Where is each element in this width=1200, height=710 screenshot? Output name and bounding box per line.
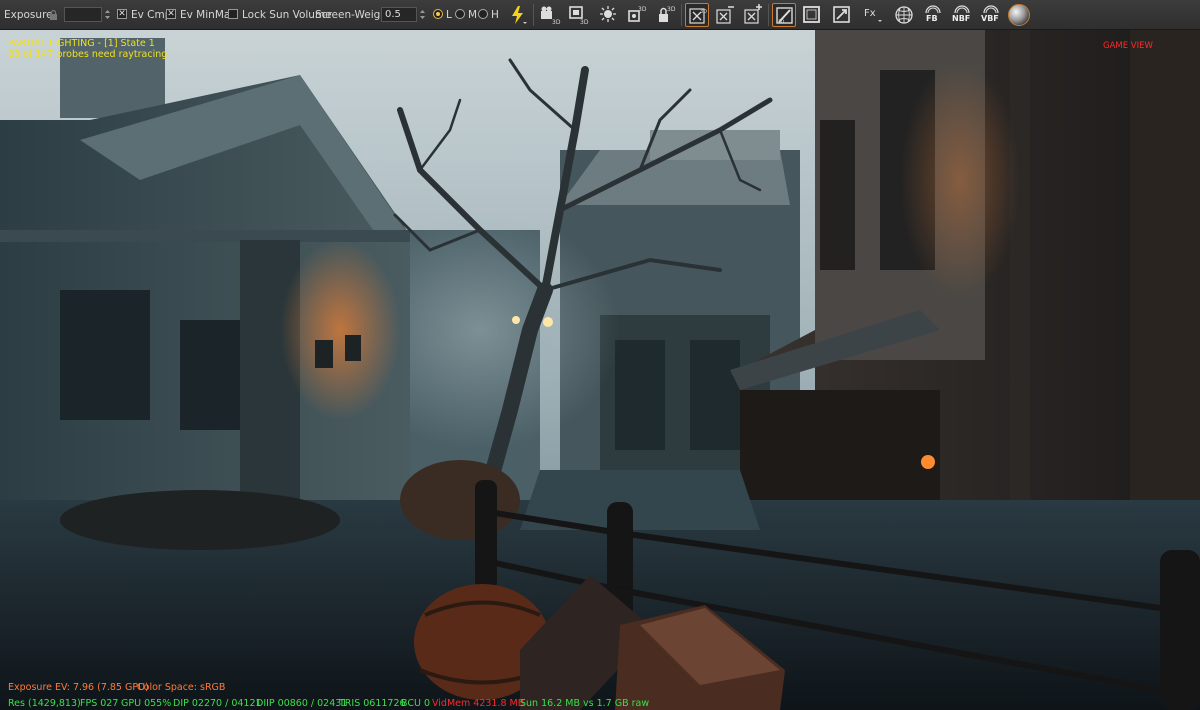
camera-3d-icon[interactable]: 3D bbox=[538, 3, 562, 27]
svg-text:3D: 3D bbox=[580, 19, 589, 26]
stats-bar: Res (1429,813) FPS 027 GPU 055% DIP 0227… bbox=[0, 697, 1200, 710]
fb-icon[interactable]: FB bbox=[921, 3, 945, 27]
exposure-value-field[interactable] bbox=[64, 7, 102, 22]
stat-vidmem: VidMem 4231.8 MB bbox=[432, 698, 525, 709]
lock-3d-icon[interactable]: 3D bbox=[654, 3, 678, 27]
light-bulb-icon[interactable] bbox=[596, 3, 620, 27]
quality-radio-h[interactable] bbox=[478, 9, 488, 19]
screen-weight-spinner[interactable] bbox=[418, 7, 427, 22]
diagonal-icon[interactable] bbox=[830, 3, 854, 27]
color-space-info: Color Space: sRGB bbox=[137, 682, 226, 693]
quality-label-m: M bbox=[468, 9, 478, 21]
lighting-status: PARTIAL LIGHTING - [1] State 1 bbox=[8, 38, 155, 49]
expand-icon[interactable] bbox=[741, 3, 765, 27]
collapse-icon[interactable] bbox=[713, 3, 737, 27]
svg-text:3D: 3D bbox=[700, 9, 707, 15]
screen-weight-label: Screen-Weight bbox=[315, 9, 392, 21]
svg-text:3D: 3D bbox=[638, 6, 647, 13]
stat-diip: DIIP 00860 / 02431 bbox=[256, 698, 348, 709]
vbf-label: VBF bbox=[981, 14, 999, 23]
game-viewport[interactable]: PARTIAL LIGHTING - [1] State 1 83 of 147… bbox=[0, 30, 1200, 710]
vbf-icon[interactable]: VBF bbox=[979, 3, 1003, 27]
material-sphere-icon[interactable] bbox=[1008, 4, 1030, 26]
frame-icon[interactable] bbox=[800, 3, 824, 27]
fb-label: FB bbox=[926, 14, 938, 23]
editor-toolbar: Exposure ✕ Ev Cmp ✕ Ev MinMax Lock Sun V… bbox=[0, 0, 1200, 30]
exposure-info: Exposure EV: 7.96 (7.85 GPU) bbox=[8, 682, 149, 693]
ev-cmp-checkbox[interactable]: ✕ bbox=[117, 9, 127, 19]
screenshot-icon[interactable]: 3D bbox=[772, 3, 796, 27]
probe-3d-icon[interactable]: 3D bbox=[625, 3, 649, 27]
stat-fps: FPS 027 bbox=[80, 698, 119, 709]
stat-sun: Sun 16.2 MB vs 1.7 GB raw bbox=[520, 698, 650, 709]
nbf-label: NBF bbox=[952, 14, 971, 23]
grid-3d-icon[interactable]: 3D bbox=[685, 3, 709, 27]
game-view-label: GAME VIEW bbox=[1103, 41, 1153, 51]
quality-label-h: H bbox=[491, 9, 499, 21]
scene-render bbox=[0, 30, 1200, 710]
stat-dip: DIP 02270 / 04121 bbox=[173, 698, 262, 709]
stat-res: Res (1429,813) bbox=[8, 698, 81, 709]
quality-label-l: L bbox=[446, 9, 452, 21]
quality-radio-l[interactable] bbox=[433, 9, 443, 19]
exposure-spinner[interactable] bbox=[103, 7, 112, 22]
ev-minmax-checkbox[interactable]: ✕ bbox=[166, 9, 176, 19]
toolbar-divider bbox=[768, 4, 769, 26]
frame-3d-icon[interactable]: 3D bbox=[567, 3, 591, 27]
lock-icon[interactable] bbox=[49, 9, 58, 20]
nbf-icon[interactable]: NBF bbox=[950, 3, 974, 27]
screen-weight-input[interactable]: 0.5 bbox=[381, 7, 417, 22]
probe-status: 83 of 147 probes need raytracing bbox=[8, 49, 168, 60]
fx-icon[interactable]: Fx bbox=[860, 3, 884, 27]
stat-gpu: GPU 055% bbox=[121, 698, 172, 709]
svg-text:3D: 3D bbox=[667, 6, 676, 13]
toolbar-divider bbox=[681, 4, 682, 26]
stat-bcu: BCU 0 bbox=[401, 698, 431, 709]
quality-radio-m[interactable] bbox=[455, 9, 465, 19]
svg-text:3D: 3D bbox=[552, 19, 561, 26]
stat-tris: TRIS 0611726 bbox=[339, 698, 406, 709]
exposure-label: Exposure bbox=[4, 9, 53, 21]
lock-sun-volume-checkbox[interactable] bbox=[228, 9, 238, 19]
toolbar-divider bbox=[533, 4, 534, 26]
lightning-icon[interactable] bbox=[506, 3, 530, 27]
grid-sphere-icon[interactable] bbox=[892, 3, 916, 27]
svg-text:3D: 3D bbox=[778, 19, 785, 25]
